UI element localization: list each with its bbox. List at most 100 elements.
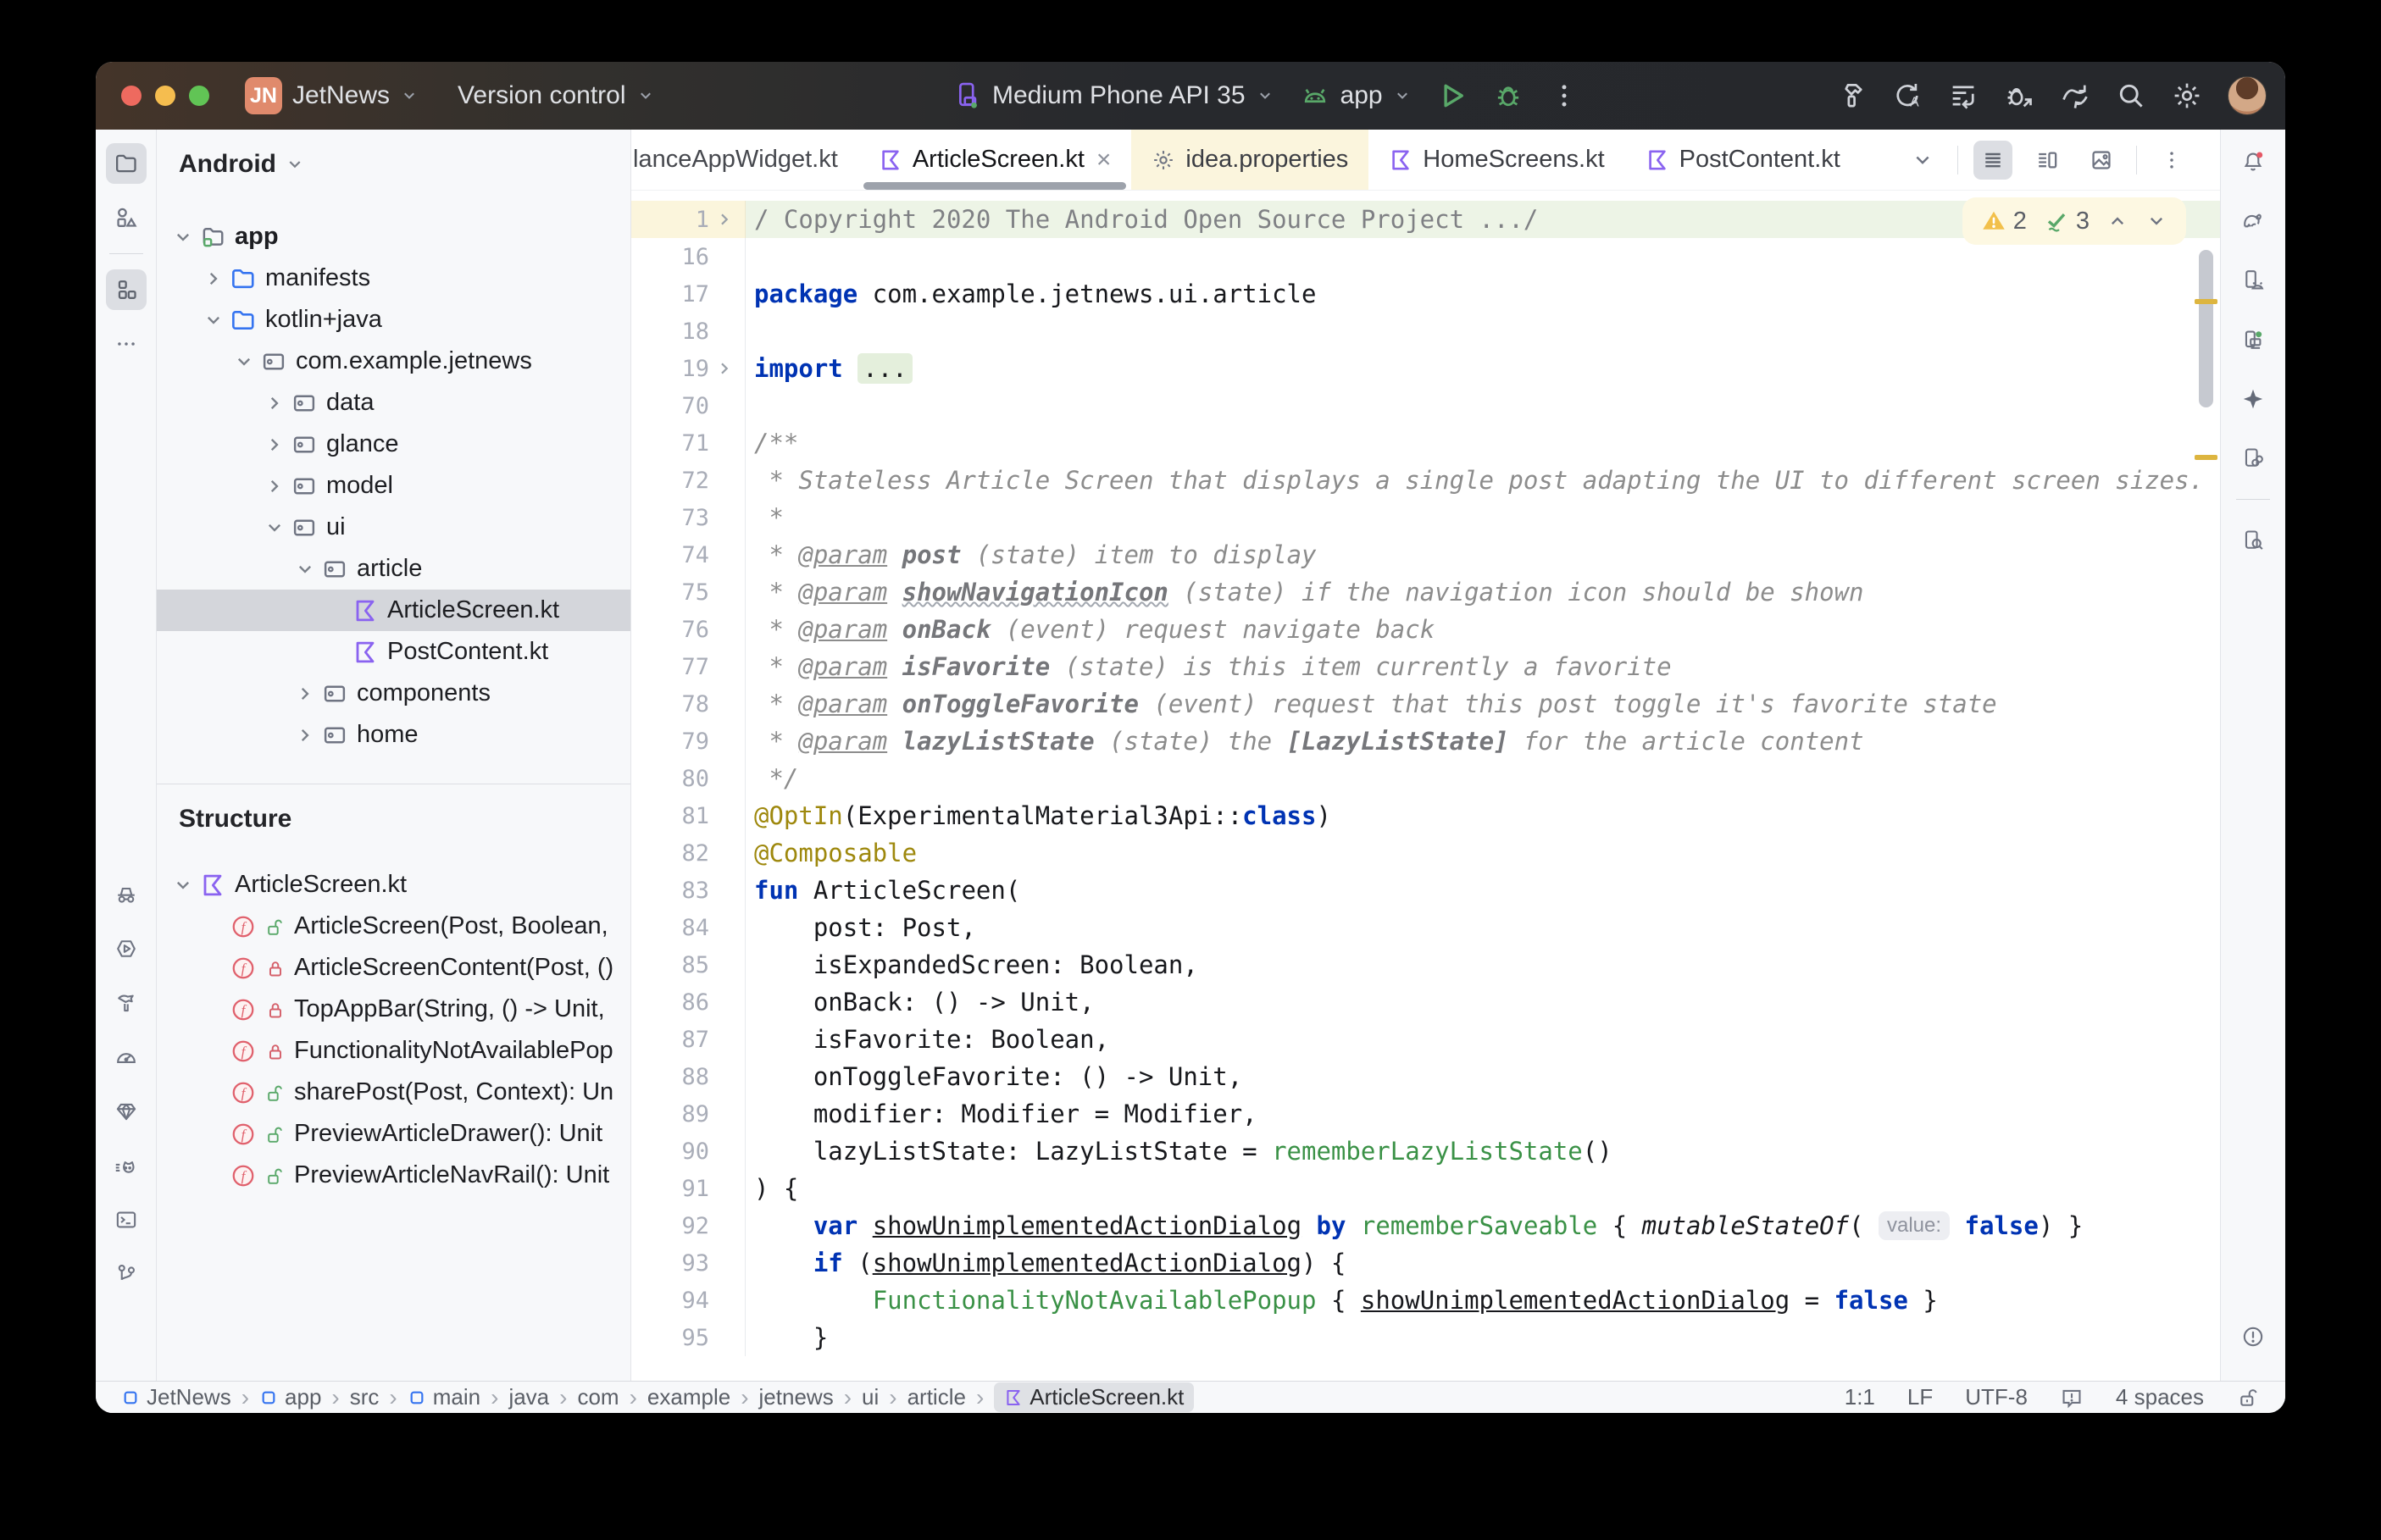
run-configuration-selector[interactable]: app — [1300, 80, 1412, 111]
chevron-right-icon[interactable] — [291, 721, 319, 750]
inspection-widget[interactable]: 2 3 — [1962, 197, 2186, 245]
gutter-line-73[interactable]: 73 — [631, 499, 746, 536]
project-item-components[interactable]: components — [157, 673, 630, 714]
chevron-down-icon[interactable] — [169, 871, 197, 900]
user-avatar[interactable] — [2228, 76, 2267, 115]
project-switcher[interactable]: JN JetNews — [245, 77, 419, 114]
breadcrumb-main[interactable]: main — [408, 1384, 480, 1410]
structure-item-previewarticledrawer-unit[interactable]: f PreviewArticleDrawer(): Unit — [157, 1113, 630, 1155]
code-line-72[interactable]: 72 * Stateless Article Screen that displ… — [631, 462, 2220, 499]
breadcrumb-articlescreen-kt[interactable]: ArticleScreen.kt — [994, 1382, 1195, 1412]
running-devices-button[interactable] — [2233, 319, 2273, 360]
terminal-toolwindow-button[interactable] — [106, 1199, 147, 1240]
editor-options-kebab[interactable] — [2152, 141, 2191, 180]
gutter-line-95[interactable]: 95 — [631, 1319, 746, 1356]
gutter-line-19[interactable]: 19 — [631, 350, 746, 387]
code-line-77[interactable]: 77 * @param isFavorite (state) is this i… — [631, 648, 2220, 685]
attach-debugger-icon[interactable] — [2004, 80, 2034, 111]
project-item-kotlin-java[interactable]: kotlin+java — [157, 299, 630, 341]
caret-position[interactable]: 1:1 — [1845, 1384, 1875, 1410]
breadcrumb-jetnews[interactable]: JetNews — [121, 1384, 231, 1410]
chevron-right-icon[interactable] — [291, 679, 319, 708]
project-item-manifests[interactable]: manifests — [157, 258, 630, 299]
gutter-line-91[interactable]: 91 — [631, 1170, 746, 1207]
code-line-81[interactable]: 81 @OptIn (ExperimentalMaterial3Api:: class… — [631, 797, 2220, 834]
warning-stripe-mark[interactable] — [2195, 455, 2217, 460]
more-actions-kebab[interactable] — [1549, 80, 1579, 111]
zoom-window-button[interactable] — [189, 86, 209, 106]
project-toolwindow-button[interactable] — [105, 143, 147, 184]
tab-idea-properties[interactable]: idea.properties — [1131, 130, 1369, 190]
chevron-down-icon[interactable] — [230, 347, 258, 376]
gutter-line-74[interactable]: 74 — [631, 536, 746, 573]
version-control-toolwindow-button[interactable] — [106, 1254, 147, 1294]
chevron-right-icon[interactable] — [260, 389, 289, 418]
code-line-95[interactable]: 95 } — [631, 1319, 2220, 1356]
code-line-74[interactable]: 74 * @param post (state) item to display — [631, 536, 2220, 573]
warning-stripe-mark[interactable] — [2195, 299, 2217, 304]
tab-postcontent-kt[interactable]: PostContent.kt — [1625, 130, 1861, 190]
code-line-90[interactable]: 90 lazyListState: LazyListState = rememb… — [631, 1133, 2220, 1170]
code-line-73[interactable]: 73 * — [631, 499, 2220, 536]
build-toolwindow-button[interactable] — [106, 983, 147, 1023]
search-everywhere-icon[interactable] — [2116, 80, 2146, 111]
gutter-line-85[interactable]: 85 — [631, 946, 746, 983]
chevron-right-icon[interactable] — [260, 472, 289, 501]
project-item-postcontent-kt[interactable]: PostContent.kt — [157, 631, 630, 673]
gutter-line-70[interactable]: 70 — [631, 387, 746, 424]
unlock-icon[interactable] — [2236, 1386, 2260, 1410]
code-line-18[interactable]: 18 — [631, 313, 2220, 350]
gutter-line-76[interactable]: 76 — [631, 611, 746, 648]
code-line-91[interactable]: 91) { — [631, 1170, 2220, 1207]
problems-toolwindow-button[interactable] — [2233, 1316, 2273, 1357]
previous-issue-button[interactable] — [2106, 210, 2128, 232]
file-encoding[interactable]: UTF-8 — [1965, 1384, 2028, 1410]
chevron-right-icon[interactable] — [199, 264, 228, 293]
device-mirroring-button[interactable] — [2233, 438, 2273, 479]
project-item-home[interactable]: home — [157, 714, 630, 756]
gutter-line-71[interactable]: 71 — [631, 424, 746, 462]
gutter-line-78[interactable]: 78 — [631, 685, 746, 723]
gutter-line-72[interactable]: 72 — [631, 462, 746, 499]
structure-item-topappbar-string-unit-[interactable]: f TopAppBar(String, () -> Unit, — [157, 989, 630, 1030]
debug-button[interactable] — [1493, 80, 1524, 111]
code-line-84[interactable]: 84 post: Post, — [631, 909, 2220, 946]
notifications-button[interactable] — [2233, 141, 2273, 182]
code-editor[interactable]: 1/ Copyright 2020 The Android Open Sourc… — [631, 191, 2220, 1381]
breadcrumb-article[interactable]: article — [907, 1384, 966, 1410]
gutter-line-87[interactable]: 87 — [631, 1021, 746, 1058]
structure-item-articlescreencontent-post-[interactable]: f ArticleScreenContent(Post, () — [157, 947, 630, 989]
project-item-model[interactable]: model — [157, 465, 630, 507]
chevron-down-icon[interactable] — [199, 306, 228, 335]
tab-lanceappwidget-kt[interactable]: lanceAppWidget.kt — [631, 130, 858, 190]
project-item-com-example-jetnews[interactable]: com.example.jetnews — [157, 341, 630, 382]
project-item-glance[interactable]: glance — [157, 424, 630, 465]
gutter-line-79[interactable]: 79 — [631, 723, 746, 760]
code-line-87[interactable]: 87 isFavorite: Boolean, — [631, 1021, 2220, 1058]
code-line-71[interactable]: 71 /** — [631, 424, 2220, 462]
breadcrumb-jetnews[interactable]: jetnews — [759, 1384, 834, 1410]
inspection-bubble-icon[interactable] — [2060, 1386, 2084, 1410]
tab-list-dropdown-button[interactable] — [1903, 141, 1942, 180]
settings-gear-icon[interactable] — [2172, 80, 2202, 111]
project-item-app[interactable]: app — [157, 216, 630, 258]
gutter-line-94[interactable]: 94 — [631, 1282, 746, 1319]
structure-item-previewarticlenavrail-unit[interactable]: f PreviewArticleNavRail(): Unit — [157, 1155, 630, 1196]
resource-manager-button[interactable] — [106, 197, 147, 238]
minimize-window-button[interactable] — [155, 86, 175, 106]
editor-scrollbar[interactable] — [2199, 250, 2213, 407]
gutter-line-92[interactable]: 92 — [631, 1207, 746, 1244]
app-quality-insights-button[interactable] — [106, 1091, 147, 1132]
gutter-line-80[interactable]: 80 — [631, 760, 746, 797]
chevron-down-icon[interactable] — [260, 513, 289, 542]
code-line-88[interactable]: 88 onToggleFavorite: () -> Unit, — [631, 1058, 2220, 1095]
breadcrumb-com[interactable]: com — [577, 1384, 619, 1410]
gutter-line-84[interactable]: 84 — [631, 909, 746, 946]
gutter-line-17[interactable]: 17 — [631, 275, 746, 313]
gemini-button[interactable] — [2233, 379, 2273, 419]
running-devices-hex-button[interactable] — [106, 928, 147, 969]
run-button[interactable] — [1437, 80, 1468, 111]
chevron-down-icon[interactable] — [291, 555, 319, 584]
code-line-83[interactable]: 83 fun ArticleScreen( — [631, 872, 2220, 909]
code-line-19[interactable]: 19 import ... — [631, 350, 2220, 387]
